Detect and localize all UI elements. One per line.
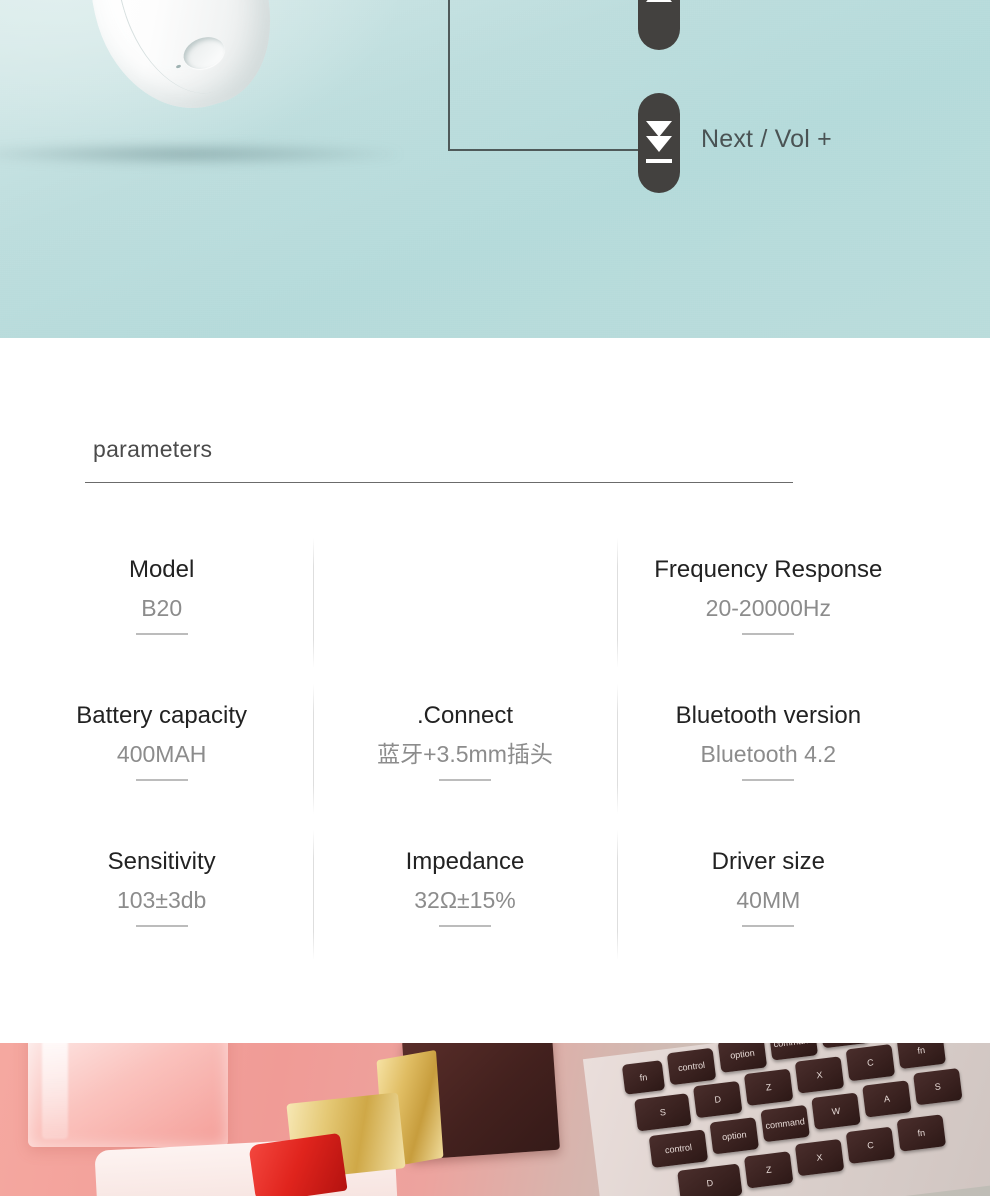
parameter-underline	[742, 779, 795, 782]
parameter-underline	[742, 925, 795, 928]
parameter-label: Battery capacity	[76, 702, 248, 729]
parameter-label: .Connect	[416, 702, 514, 729]
parameters-row: Sensitivity 103±3db Impedance 32Ω±15% Dr…	[10, 826, 920, 972]
lifestyle-photo: fn control option command W A S D Z X C …	[0, 1043, 990, 1196]
keycap: W	[811, 1092, 861, 1130]
keycap: fn	[621, 1060, 666, 1095]
parameter-label: Impedance	[405, 848, 525, 875]
parameters-grid: Model B20 Frequency Response 20-20000Hz	[10, 534, 920, 972]
parameter-value: 103±3db	[116, 886, 207, 913]
parameter-value: 蓝牙+3.5mm插头	[377, 740, 553, 767]
keycap: C	[845, 1126, 896, 1164]
parameter-label: Sensitivity	[107, 848, 216, 875]
parameter-underline	[135, 925, 188, 928]
callout-connector-line	[448, 0, 644, 151]
parameter-cell-empty	[313, 534, 616, 680]
parameter-cell-model: Model B20	[10, 534, 313, 680]
parameter-value: 400MAH	[116, 740, 207, 767]
callout-label-next-vol-plus: Next / Vol +	[701, 125, 832, 153]
parameter-value: 20-20000Hz	[705, 594, 831, 621]
parameter-label: Model	[128, 556, 195, 583]
parameter-label: Bluetooth version	[675, 702, 862, 729]
parameter-underline	[135, 633, 188, 636]
keycap: Z	[743, 1068, 794, 1106]
parameter-label: Frequency Response	[654, 556, 883, 583]
parameter-cell-connect: .Connect 蓝牙+3.5mm插头	[313, 680, 616, 826]
keycap: fn	[896, 1043, 947, 1070]
parameter-value: B20	[141, 594, 183, 621]
parameter-value: 32Ω±15%	[414, 886, 516, 913]
keycap: A	[862, 1080, 912, 1118]
hero-banner: Next / Vol +	[0, 0, 990, 338]
parameter-cell-battery-capacity: Battery capacity 400MAH	[10, 680, 313, 826]
triangle-up-icon	[646, 0, 672, 2]
keycap: control	[666, 1047, 717, 1086]
triangle-down-icon	[646, 121, 672, 137]
keycap: fn	[896, 1114, 947, 1152]
keycap: Z	[743, 1151, 794, 1189]
parameter-underline	[438, 925, 491, 928]
keycap: D	[692, 1080, 743, 1119]
parameter-cell-bluetooth-version: Bluetooth version Bluetooth 4.2	[616, 680, 920, 826]
parameter-underline	[135, 779, 188, 782]
parameters-title-underline	[85, 482, 793, 483]
parameter-cell-driver-size: Driver size 40MM	[616, 826, 920, 972]
keycap: command	[768, 1043, 819, 1061]
parameter-value: 40MM	[736, 886, 801, 913]
keycap: X	[794, 1056, 845, 1094]
parameter-cell-impedance: Impedance 32Ω±15%	[313, 826, 616, 972]
parameter-underline	[742, 633, 795, 636]
parameter-underline	[438, 779, 491, 782]
headphone-product-image	[55, 0, 295, 142]
parameters-row: Battery capacity 400MAH .Connect 蓝牙+3.5m…	[10, 680, 920, 826]
parameter-cell-frequency-response: Frequency Response 20-20000Hz	[616, 534, 920, 680]
parameters-section: parameters Model B20 Frequency Response …	[0, 338, 990, 1043]
keycap: D	[677, 1163, 743, 1196]
keycap: option	[709, 1117, 760, 1155]
headphone-shadow	[0, 143, 400, 165]
parameters-row: Model B20 Frequency Response 20-20000Hz	[10, 534, 920, 680]
keycap: control	[648, 1129, 709, 1169]
parameter-value: Bluetooth 4.2	[700, 740, 837, 767]
laptop-keyboard: fn control option command W A S D Z X C …	[602, 1043, 990, 1196]
parameter-cell-sensitivity: Sensitivity 103±3db	[10, 826, 313, 972]
bar-icon	[646, 159, 672, 163]
parameter-label: Driver size	[711, 848, 825, 875]
perfume-bottle-highlight	[42, 1043, 68, 1139]
parameters-title: parameters	[93, 436, 213, 462]
keycap: X	[794, 1138, 845, 1177]
prev-vol-minus-button[interactable]	[638, 0, 680, 50]
keycap: C	[845, 1043, 896, 1082]
next-vol-plus-button[interactable]	[638, 93, 680, 193]
keycap: command	[760, 1104, 810, 1143]
keycap: S	[634, 1093, 692, 1132]
triangle-down-icon	[646, 136, 672, 152]
keycap: option	[717, 1043, 768, 1073]
keycap: S	[913, 1067, 963, 1106]
product-detail-page: Next / Vol + parameters Model B20 Freque…	[0, 0, 990, 1196]
